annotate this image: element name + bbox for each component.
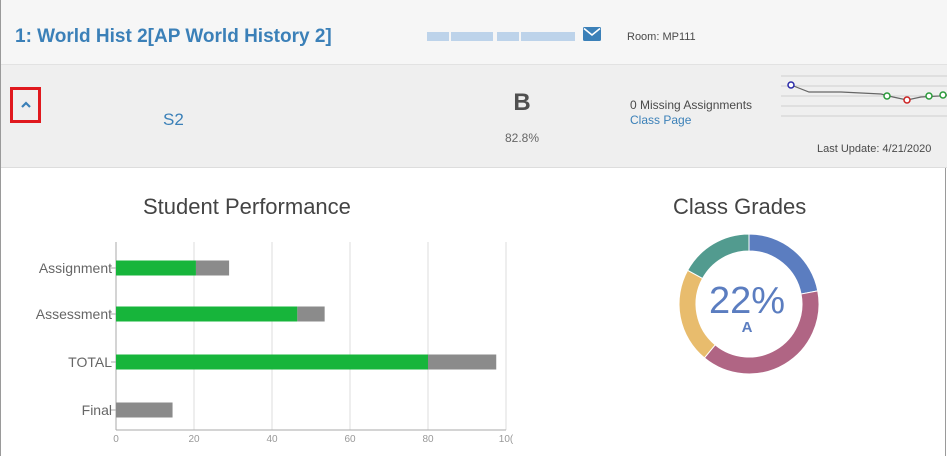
x-tick-label: 10( (499, 434, 514, 445)
missing-assignments: 0 Missing Assignments (630, 98, 753, 112)
category-label: Assignment (39, 260, 112, 276)
grade-trend-sparkline (781, 75, 947, 117)
student-performance-chart: 0 20 40 60 80 10( Assignment Assessment TOTAL Fin… (36, 242, 514, 445)
bar-earned (116, 306, 298, 322)
class-grade-percent: 22% (708, 280, 786, 322)
course-title-link[interactable]: 1: World Hist 2[AP World History 2] (15, 26, 332, 48)
bar-earned (116, 260, 196, 276)
bar-remaining (116, 402, 173, 418)
collapse-toggle-button[interactable] (10, 87, 41, 123)
chevron-up-icon (21, 101, 31, 108)
category-label: Assessment (36, 306, 112, 322)
charts-area: Student Performance 0 20 40 60 80 10(Assignme… (1, 168, 947, 456)
class-grades-title: Class Grades (673, 194, 807, 219)
term-summary-row: S2 B 82.8% 0 Missing Assignments Class P… (1, 65, 947, 168)
bar-earned (116, 354, 428, 370)
x-tick-label: 60 (344, 434, 356, 445)
category-label: Final (82, 402, 112, 418)
course-header: 1: World Hist 2[AP World History 2] Room… (1, 0, 947, 65)
mail-icon[interactable] (583, 27, 601, 41)
x-tick-label: 20 (188, 434, 200, 445)
grade-percent: 82.8% (504, 131, 540, 145)
bar-remaining (297, 306, 325, 322)
grade-letter: B (513, 89, 531, 116)
x-tick-label: 40 (266, 434, 278, 445)
class-page-link[interactable]: Class Page (630, 113, 691, 127)
term-label: S2 (163, 110, 184, 129)
bar-remaining (195, 260, 230, 276)
x-tick-label: 0 (113, 434, 119, 445)
bar-remaining (428, 354, 497, 370)
x-tick-label: 80 (422, 434, 434, 445)
room-label: Room: MP111 (627, 31, 696, 43)
teacher-name-redacted (427, 30, 577, 42)
last-update: Last Update: 4/21/2020 (817, 143, 932, 155)
category-label: TOTAL (68, 354, 112, 370)
class-grade-letter: A (741, 319, 753, 336)
donut-slice (686, 233, 750, 280)
course-grade-card: 1: World Hist 2[AP World History 2] Room… (0, 0, 947, 456)
